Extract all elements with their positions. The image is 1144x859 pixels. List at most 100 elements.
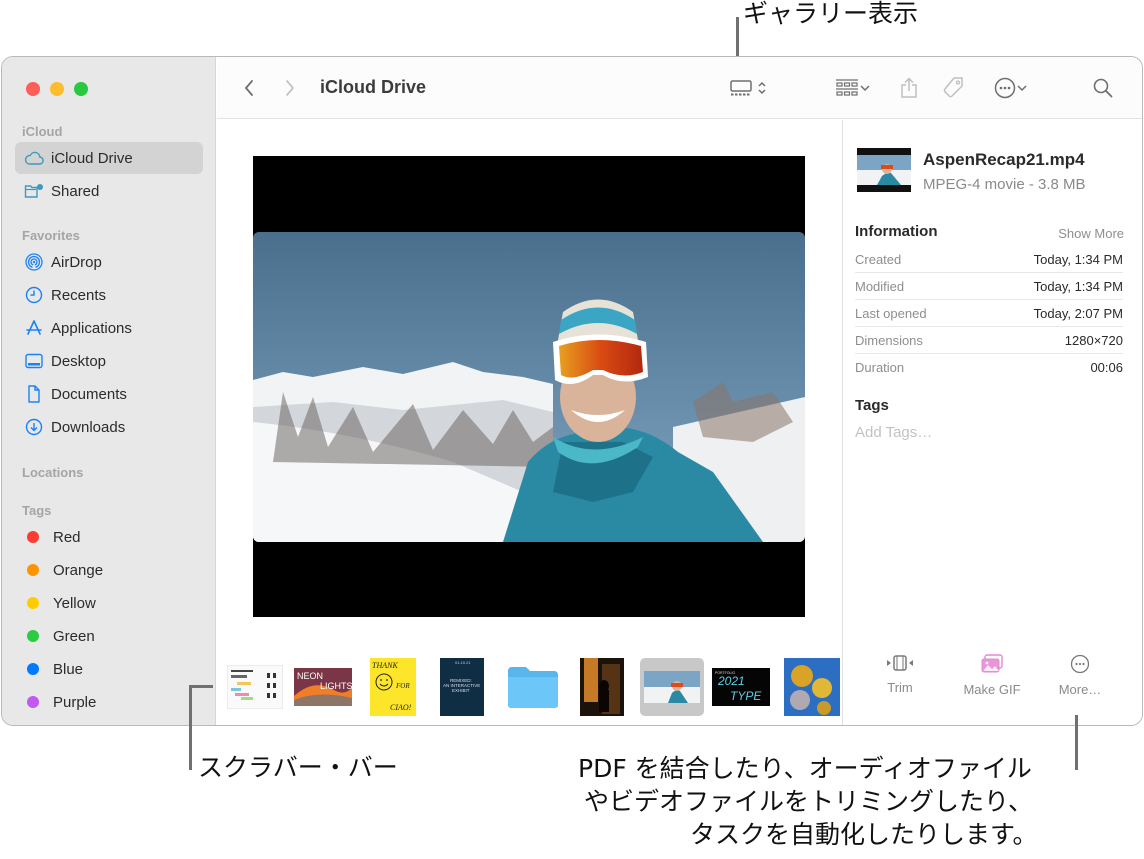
tag-button[interactable] xyxy=(939,76,967,100)
tag-icon xyxy=(943,77,963,98)
trim-button[interactable]: Trim xyxy=(855,654,945,695)
file-name: AspenRecap21.mp4 xyxy=(923,150,1085,169)
search-button[interactable] xyxy=(1091,76,1115,100)
group-icon xyxy=(836,79,858,96)
scrubber-bar[interactable]: NEON LIGHTS THANK FOR CIAO! 01.10.21 REMIXED… xyxy=(217,646,842,725)
thumbnail-2021-type-portfolio[interactable]: PORTFOLIO 2021 TYPE xyxy=(711,658,771,716)
share-icon xyxy=(901,77,917,98)
desktop-icon xyxy=(24,351,44,371)
preview-inspector: AspenRecap21.mp4 MPEG-4 movie - 3.8 MB I… xyxy=(842,120,1142,725)
sidebar-item-icloud-drive[interactable]: iCloud Drive xyxy=(15,142,203,174)
info-row-modified: Modified Today, 1:34 PM xyxy=(855,273,1123,300)
sidebar-tag-red[interactable]: Red xyxy=(15,521,203,553)
section-favorites: Favorites xyxy=(22,228,80,243)
svg-text:NEON: NEON xyxy=(297,671,323,681)
chevron-left-icon xyxy=(244,80,253,96)
cloud-icon xyxy=(24,148,44,168)
info-key: Created xyxy=(855,251,902,267)
video-frame-skier xyxy=(253,232,805,542)
thumbnail-folder[interactable] xyxy=(505,658,561,716)
download-icon xyxy=(24,417,44,437)
callout-more-line2: やビデオファイルをトリミングしたり、 xyxy=(584,787,1034,816)
info-value: 00:06 xyxy=(1090,360,1123,375)
window-controls xyxy=(26,82,88,96)
sidebar-tag-orange[interactable]: Orange xyxy=(15,554,203,586)
callout-line-scrubber xyxy=(189,685,192,770)
sidebar-tag-blue[interactable]: Blue xyxy=(15,653,203,685)
sidebar-item-label: Yellow xyxy=(53,594,96,612)
add-tags-field[interactable]: Add Tags… xyxy=(855,424,932,441)
callout-more-line1: PDF を結合したり、オーディオファイル xyxy=(578,754,1032,783)
sidebar-tag-purple[interactable]: Purple xyxy=(15,686,203,718)
group-button[interactable] xyxy=(831,76,875,100)
minimize-button[interactable] xyxy=(50,82,64,96)
info-value: Today, 2:07 PM xyxy=(1033,305,1123,321)
make-gif-icon xyxy=(981,654,1003,673)
thumbnail-gold-balloons-photo[interactable] xyxy=(783,658,841,716)
sidebar-item-label: Blue xyxy=(53,660,84,678)
sidebar-item-airdrop[interactable]: AirDrop xyxy=(15,246,203,278)
video-preview[interactable] xyxy=(253,156,805,617)
sidebar-item-downloads[interactable]: Downloads xyxy=(15,411,203,443)
info-value: Today, 1:34 PM xyxy=(1033,251,1123,267)
chevron-down-icon xyxy=(1017,85,1027,92)
svg-text:01.10.21: 01.10.21 xyxy=(455,660,471,665)
sidebar-tag-green[interactable]: Green xyxy=(15,620,203,652)
sidebar-item-documents[interactable]: Documents xyxy=(15,378,203,410)
svg-text:TYPE: TYPE xyxy=(730,689,762,703)
sidebar-item-label: Documents xyxy=(51,385,127,403)
gallery-view-icon xyxy=(730,80,752,96)
callout-gallery-view: ギャラリー表示 xyxy=(743,0,919,28)
action-label: More… xyxy=(1058,682,1102,697)
chevron-right-icon xyxy=(286,80,295,96)
sidebar-item-desktop[interactable]: Desktop xyxy=(15,345,203,377)
svg-text:FOR: FOR xyxy=(395,682,410,690)
info-row-last-opened: Last opened Today, 2:07 PM xyxy=(855,300,1123,327)
sidebar-item-label: iCloud Drive xyxy=(51,149,133,167)
zoom-button[interactable] xyxy=(74,82,88,96)
forward-button[interactable] xyxy=(280,76,300,100)
information-header: Information xyxy=(855,223,938,240)
thumbnail-neon-lights-poster[interactable]: NEON LIGHTS xyxy=(293,658,353,716)
file-kind: MPEG-4 movie - 3.8 MB xyxy=(923,176,1086,193)
tag-color-dot xyxy=(27,630,39,642)
sidebar-tag-yellow[interactable]: Yellow xyxy=(15,587,203,619)
svg-text:THANK: THANK xyxy=(372,661,398,670)
sidebar-item-applications[interactable]: Applications xyxy=(15,312,203,344)
shared-folder-icon xyxy=(24,181,44,201)
gallery-view-button[interactable] xyxy=(725,76,773,100)
tag-color-dot xyxy=(27,564,39,576)
thumbnail-remixed-exhibit-poster[interactable]: 01.10.21 REMIXED: AN INTERACTIVE EXHIBIT xyxy=(439,658,485,716)
more-actions-button[interactable] xyxy=(989,76,1033,100)
svg-text:LIGHTS: LIGHTS xyxy=(320,681,352,691)
thumbnail-thank-you-poster[interactable]: THANK FOR CIAO! xyxy=(369,658,417,716)
share-button[interactable] xyxy=(897,76,921,100)
thumbnail-aspen-video[interactable] xyxy=(640,658,704,716)
info-row-dimensions: Dimensions 1280×720 xyxy=(855,327,1123,354)
sidebar-item-label: Orange xyxy=(53,561,104,579)
svg-text:2021: 2021 xyxy=(717,674,745,688)
show-more-link[interactable]: Show More xyxy=(1058,226,1124,241)
info-key: Last opened xyxy=(855,305,927,321)
file-thumbnail xyxy=(857,148,911,192)
sidebar-item-shared[interactable]: Shared xyxy=(15,175,203,207)
sidebar-item-recents[interactable]: Recents xyxy=(15,279,203,311)
more-button[interactable]: More… xyxy=(1035,654,1125,697)
make-gif-button[interactable]: Make GIF xyxy=(947,654,1037,697)
thumbnail-pdf-chart-document[interactable] xyxy=(226,658,284,716)
window-title: iCloud Drive xyxy=(320,77,427,97)
callout-line-scrubber-tick xyxy=(189,685,213,688)
chevron-down-icon xyxy=(860,85,870,92)
section-icloud: iCloud xyxy=(22,124,63,139)
sidebar: iCloud iCloud Drive Shared Favorites Air… xyxy=(2,57,216,725)
close-button[interactable] xyxy=(26,82,40,96)
thumbnail-silhouette-photo[interactable] xyxy=(579,658,625,716)
ellipsis-circle-icon xyxy=(994,77,1016,99)
applications-icon xyxy=(24,318,44,338)
back-button[interactable] xyxy=(239,76,259,100)
svg-text:EXHIBIT: EXHIBIT xyxy=(452,688,470,693)
info-key: Duration xyxy=(855,360,905,375)
trim-icon xyxy=(887,655,913,671)
info-row-created: Created Today, 1:34 PM xyxy=(855,246,1123,273)
more-circle-icon xyxy=(1070,654,1090,674)
